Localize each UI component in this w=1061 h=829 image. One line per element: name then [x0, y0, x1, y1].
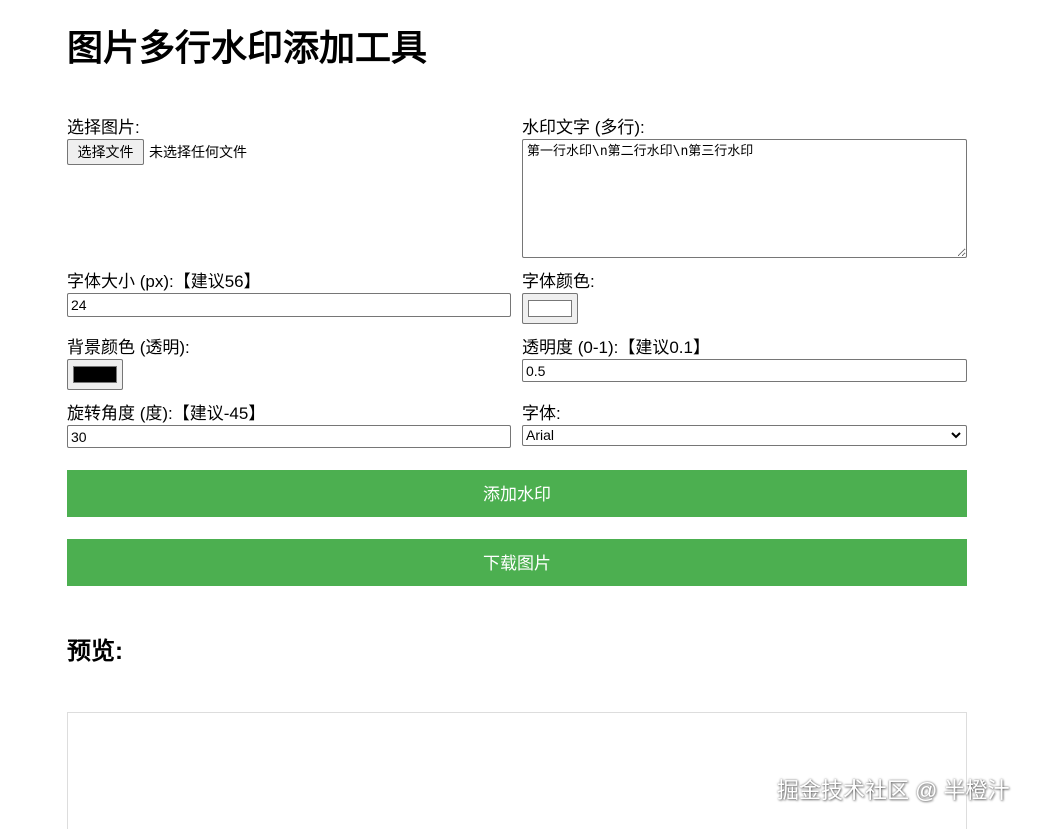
font-family-label: 字体:	[522, 404, 561, 423]
site-watermark-credit: 掘金技术社区 @ 半橙汁	[777, 778, 1010, 803]
font-size-input[interactable]	[67, 293, 511, 317]
watermark-text-input[interactable]: 第一行水印\n第二行水印\n第三行水印	[522, 139, 967, 258]
page-title: 图片多行水印添加工具	[67, 27, 428, 68]
preview-canvas	[67, 712, 967, 829]
font-family-select[interactable]: Arial	[522, 425, 967, 446]
bg-color-swatch	[73, 366, 117, 383]
chevron-down-icon	[950, 426, 962, 451]
rotation-label: 旋转角度 (度):【建议-45】	[67, 404, 266, 423]
image-label: 选择图片:	[67, 118, 140, 137]
font-size-label: 字体大小 (px):【建议56】	[67, 272, 261, 291]
font-color-picker[interactable]	[522, 293, 578, 324]
add-watermark-button[interactable]: 添加水印	[67, 470, 967, 517]
rotation-input[interactable]	[67, 425, 511, 448]
opacity-input[interactable]	[522, 359, 967, 382]
opacity-label: 透明度 (0-1):【建议0.1】	[522, 338, 710, 357]
bg-color-label: 背景颜色 (透明):	[67, 338, 190, 357]
download-image-button[interactable]: 下载图片	[67, 539, 967, 586]
preview-heading: 预览:	[67, 638, 123, 665]
watermark-tool-page: 图片多行水印添加工具 选择图片: 选择文件 未选择任何文件 水印文字 (多行):…	[0, 0, 1061, 829]
bg-color-picker[interactable]	[67, 359, 123, 390]
font-color-swatch	[528, 300, 572, 317]
file-status-text: 未选择任何文件	[149, 144, 247, 160]
choose-file-button[interactable]: 选择文件	[67, 139, 144, 165]
font-color-label: 字体颜色:	[522, 272, 595, 291]
watermark-text-label: 水印文字 (多行):	[522, 118, 645, 137]
font-family-selected: Arial	[526, 427, 555, 443]
